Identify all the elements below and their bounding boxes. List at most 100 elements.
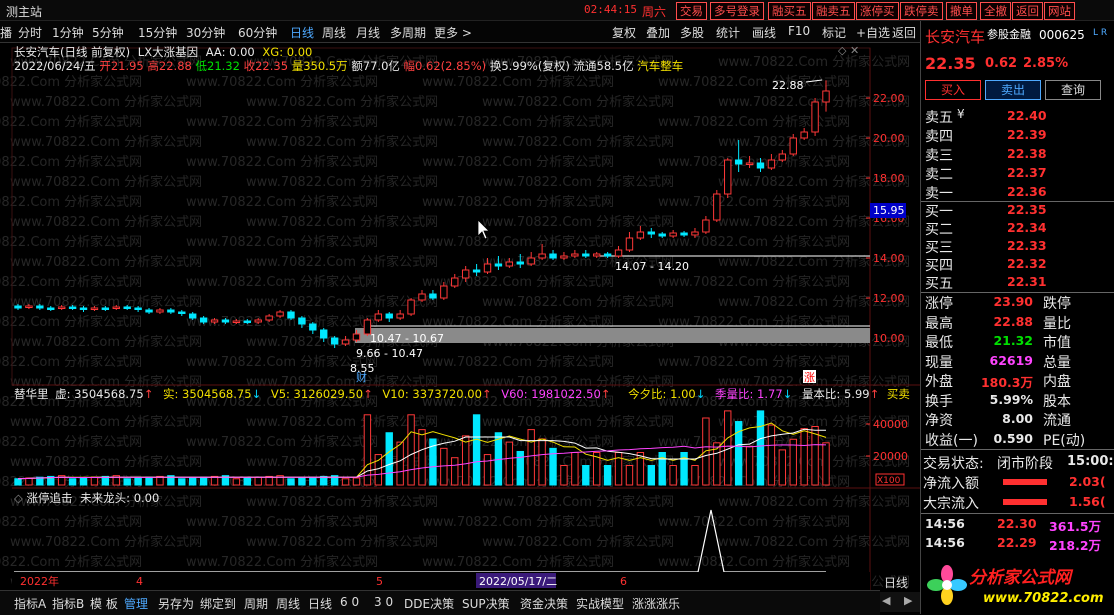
bid-row-1[interactable]: 买二 22.34 — [925, 219, 1114, 238]
bottom-tab-0[interactable]: 指标A — [14, 595, 46, 612]
tool-button-0[interactable]: 复权 — [612, 24, 636, 41]
period-tab-3[interactable]: 15分钟 — [138, 24, 177, 41]
indicator-name[interactable]: LX大涨基因 — [138, 45, 198, 59]
benti-value: 量本比: 5.99 — [801, 387, 870, 401]
candle-body — [47, 307, 55, 310]
high-annotation: 22.88 — [772, 79, 804, 92]
candle-body — [429, 293, 437, 299]
sector-value[interactable]: 汽车整车 — [637, 59, 683, 73]
period-tab-1[interactable]: 1分钟 — [52, 24, 84, 41]
bottom-tab-15[interactable]: 涨涨涨乐 — [632, 595, 680, 612]
ask-row-2[interactable]: 卖三 22.38 — [925, 145, 1114, 164]
bottom-tab-12[interactable]: SUP决策 — [462, 595, 510, 612]
bottom-tab-3[interactable]: 管理 — [124, 595, 148, 612]
titlebar-button-4[interactable]: 涨停买 — [856, 2, 899, 20]
bid-price: 22.34 — [1007, 220, 1047, 235]
sell-button[interactable]: 卖出 — [985, 80, 1041, 100]
volume-bar — [669, 465, 677, 486]
high-value: 高22.88 — [147, 59, 192, 73]
candle-body — [582, 253, 590, 257]
tool-button-2[interactable]: 多股 — [680, 24, 704, 41]
titlebar-button-2[interactable]: 融买五 — [768, 2, 811, 20]
range-annotation-1: 14.07 - 14.20 — [615, 260, 689, 273]
bottom-tab-5[interactable]: 绑定到 — [200, 595, 236, 612]
bottom-tab-14[interactable]: 实战模型 — [576, 595, 624, 612]
volume-indicator-title[interactable]: 替华里 — [14, 387, 49, 401]
stat-label-2: PE(动) — [1043, 432, 1086, 449]
volume-bar — [243, 477, 251, 486]
period-tab-7[interactable]: 周线 — [322, 24, 346, 41]
v5-value: V5: 3126029.50 — [270, 387, 364, 401]
titlebar-button-3[interactable]: 融卖五 — [812, 2, 855, 20]
bid-row-2[interactable]: 买三 22.33 — [925, 237, 1114, 256]
time-label-jun: 6 — [620, 575, 627, 588]
bottom-tab-1[interactable]: 指标B — [52, 595, 84, 612]
period-tab-4[interactable]: 30分钟 — [186, 24, 225, 41]
title-bar: 测主站 02:44:15 周六 交易 多号登录 融买五 融卖五 涨停买 跌停卖 撤单 全撤 返回… — [0, 0, 1114, 21]
titlebar-button-7[interactable]: 全撤 — [980, 2, 1011, 20]
period-tab-6[interactable]: 日线 — [290, 24, 314, 41]
watermark-text: www.70822.Com 分析家公式网 — [186, 74, 378, 90]
titlebar-button-1[interactable]: 多号登录 — [710, 2, 764, 20]
titlebar-button-8[interactable]: 返回 — [1012, 2, 1043, 20]
quote-panel: 长安汽车 参股金融 000625 L R 22.35 0.62 2.85% 买入… — [920, 21, 1114, 614]
bid-row-4[interactable]: 买五 22.31 — [925, 273, 1114, 292]
period-tab-8[interactable]: 月线 — [356, 24, 380, 41]
ask-row-3[interactable]: 卖二 22.37 — [925, 164, 1114, 183]
ask-extra: ¥ — [957, 107, 965, 121]
bottom-scroll[interactable]: ◀ ▶ — [880, 592, 920, 612]
period-tab-5[interactable]: 60分钟 — [238, 24, 277, 41]
bottom-tab-2[interactable]: 模 板 — [90, 595, 118, 612]
buy-button[interactable]: 买入 — [925, 80, 981, 100]
candle-body — [178, 311, 186, 314]
titlebar-button-9[interactable]: 网站 — [1044, 2, 1075, 20]
bottom-tab-9[interactable]: 6 0 — [340, 595, 359, 609]
bid-row-0[interactable]: 买一 22.35 — [925, 201, 1114, 220]
volume-bar — [603, 465, 612, 486]
arrow-up-icon: ↑ — [481, 387, 492, 401]
candle-body — [232, 320, 241, 323]
bottom-tab-10[interactable]: 3 0 — [374, 595, 393, 609]
bottom-tab-4[interactable]: 另存为 — [158, 595, 194, 612]
watermark-text: www.70822.Com 分析家公式网 — [186, 154, 378, 170]
tool-button-1[interactable]: 叠加 — [646, 24, 670, 41]
volume-bar — [309, 476, 317, 486]
bid-row-3[interactable]: 买四 22.32 — [925, 255, 1114, 274]
watermark-text: www.70822.Com 分析家公式网 — [422, 514, 614, 530]
bottom-tab-8[interactable]: 日线 — [308, 595, 332, 612]
tool-button-3[interactable]: 统计 — [716, 24, 740, 41]
panel-control-icons[interactable]: ◇ ✕ — [838, 44, 859, 57]
volume-bar — [134, 477, 142, 486]
zhang-marker: 涨 — [804, 371, 815, 384]
stat-label-2: 内盘 — [1043, 374, 1071, 390]
tool-button-5[interactable]: F10 — [788, 24, 810, 38]
tool-button-4[interactable]: 画线 — [752, 24, 776, 41]
tool-button-6[interactable]: 标记 — [822, 24, 846, 41]
volume-bar — [90, 476, 99, 486]
period-tab-9[interactable]: 多周期 — [390, 24, 426, 41]
watermark-text: www.70822.Com 分析家公式网 — [422, 154, 614, 170]
period-tab-2[interactable]: 5分钟 — [92, 24, 124, 41]
period-tab-0[interactable]: 分时 — [18, 24, 42, 41]
ask-row-1[interactable]: 卖四 22.39 — [925, 126, 1114, 145]
ask-row-4[interactable]: 卖一 22.36 — [925, 183, 1114, 202]
bottom-tab-7[interactable]: 周线 — [276, 595, 300, 612]
watermark-text: www.70822.Com 分析家公式网 — [10, 334, 202, 350]
titlebar-button-5[interactable]: 跌停卖 — [900, 2, 943, 20]
period-tab-10[interactable]: 更多 > — [434, 24, 472, 41]
bottom-tab-11[interactable]: DDE决策 — [404, 595, 454, 612]
stat-label: 收益(一) — [925, 432, 978, 449]
bottom-tab-6[interactable]: 周期 — [244, 595, 268, 612]
bottom-tab-13[interactable]: 资金决策 — [520, 595, 568, 612]
titlebar-button-6[interactable]: 撤单 — [946, 2, 977, 20]
titlebar-button-0[interactable]: 交易 — [676, 2, 707, 20]
signal-title[interactable]: 涨停追击 — [27, 491, 73, 505]
tick-volume: 361.5万 — [1049, 519, 1102, 534]
clock: 02:44:15 — [584, 3, 637, 16]
tool-button-8[interactable]: 返回 — [892, 24, 916, 41]
ask-row-0[interactable]: 卖五 ¥22.40 — [925, 107, 1114, 126]
tool-button-7[interactable]: +自选 — [856, 24, 890, 41]
query-button[interactable]: 查询 — [1045, 80, 1101, 100]
volume-bar — [822, 442, 830, 486]
stock-tag[interactable]: 参股金融 — [987, 26, 1031, 42]
